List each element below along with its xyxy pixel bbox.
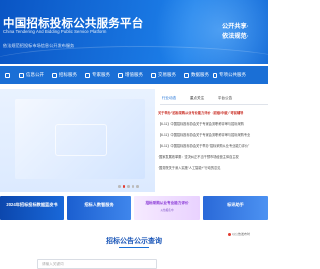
nav-value-added[interactable]: 增值服务 [114,66,147,84]
bid-icon [52,72,57,78]
nav-bid-service[interactable]: 招标服务 [48,66,81,84]
news-list: 关于举办“招标采购从业专业能力评价（初级/中级）”考前辅导 【6-11】中国招标… [158,111,268,177]
nav-label: 交易服务 [158,72,176,77]
tab-key-focus[interactable]: 重点关注 [183,96,211,101]
news-item[interactable]: ·国家发展改革委：坚决纠正不当干预市场经营主体自主权 [158,155,268,159]
nav-label: 信息公开 [26,72,44,77]
banner-title: 标讯助手 [227,202,244,207]
carousel-dots [118,185,139,188]
trade-icon [151,72,156,78]
banner-skill-evaluation[interactable]: 招标采购从业专业能力评价 火热报名中 [134,196,200,220]
nav-data-service[interactable]: 数据服务 [180,66,213,84]
section-title-underline [119,247,149,248]
tab-platform-notice[interactable]: 平台公告 [211,96,239,101]
carousel-dot-active[interactable] [122,185,125,188]
news-item[interactable]: 关于举办“招标采购从业专业能力评价（初级/中级）”考前辅导 [158,111,268,115]
tab-industry-news[interactable]: 行业动态 [155,96,183,101]
carousel-dot[interactable] [136,185,139,188]
nav-trade-service[interactable]: 交易服务 [147,66,180,84]
nav-label: 增值服务 [125,72,143,77]
expert-icon [85,72,90,78]
banner-bluebook[interactable]: 2024年招标投标数据蓝皮书 [0,196,64,220]
nav-label: 数据服务 [191,72,209,77]
info-icon [19,72,24,78]
slogan-line-1: 公开共享· [222,23,249,30]
plus-icon [118,72,123,78]
home-icon [5,72,10,78]
banner-tenderer-service[interactable]: 招标人数智服务 [67,196,131,220]
banner-title: 2024年招标投标数据蓝皮书 [6,202,58,207]
site-header: 中国招标投标公共服务平台 China Tendering And Bidding… [0,0,268,64]
news-tabs: 行业动态 重点关注 平台公告 [155,96,268,101]
nav-special-service[interactable]: 专项公共服务 [213,66,246,84]
news-item[interactable]: 【6-11】中国招标投标协会关于专家会务职称评审与招标采购 [158,122,268,126]
banner-title: 招标人数智服务 [84,202,114,207]
news-item[interactable]: ·国务院关于深入实施“人工智能+”行动的意见 [158,166,268,170]
announcement-section-title: 招标公告公示查询 [106,238,162,245]
hero-carousel[interactable] [0,89,155,192]
carousel-dot[interactable] [127,185,130,188]
news-item[interactable]: 【6-11】中国招标投标协会关于专家会务职称评审与招标采购专业 [158,133,268,137]
special-icon [213,72,217,78]
announcement-side-note: 以公告发布时 [228,232,250,236]
nav-label: 招标服务 [59,72,77,77]
main-nav: 信息公开 招标服务 专家服务 增值服务 交易服务 数据服务 专项公共服务 [0,66,268,84]
site-description: 依法规范招投标市场信息公开发布服务 [3,43,75,48]
news-item[interactable]: 【6-11】中国招标投标协会关于举办“招标采购从业专业能力评价” [158,144,268,148]
announcement-search-input[interactable] [37,259,157,269]
news-divider [160,104,268,105]
banner-bid-assistant[interactable]: 标讯助手 [203,196,268,220]
carousel-dot[interactable] [118,185,121,188]
nav-label: 专项公共服务 [219,72,246,77]
nav-label: 专家服务 [92,72,110,77]
data-icon [184,72,189,78]
carousel-dot[interactable] [131,185,134,188]
slogan-logo: 公开共享· 依法规范· [222,22,249,42]
carousel-slide-image [15,99,145,179]
nav-expert-service[interactable]: 专家服务 [81,66,114,84]
nav-home[interactable] [0,66,15,84]
banner-subtitle: 火热报名中 [160,209,174,212]
banner-title: 招标采购从业专业能力评价 [145,201,189,205]
slogan-line-2: 依法规范· [222,33,249,40]
nav-info-public[interactable]: 信息公开 [15,66,48,84]
site-subtitle: China Tendering And Bidding Public Servi… [3,29,107,34]
